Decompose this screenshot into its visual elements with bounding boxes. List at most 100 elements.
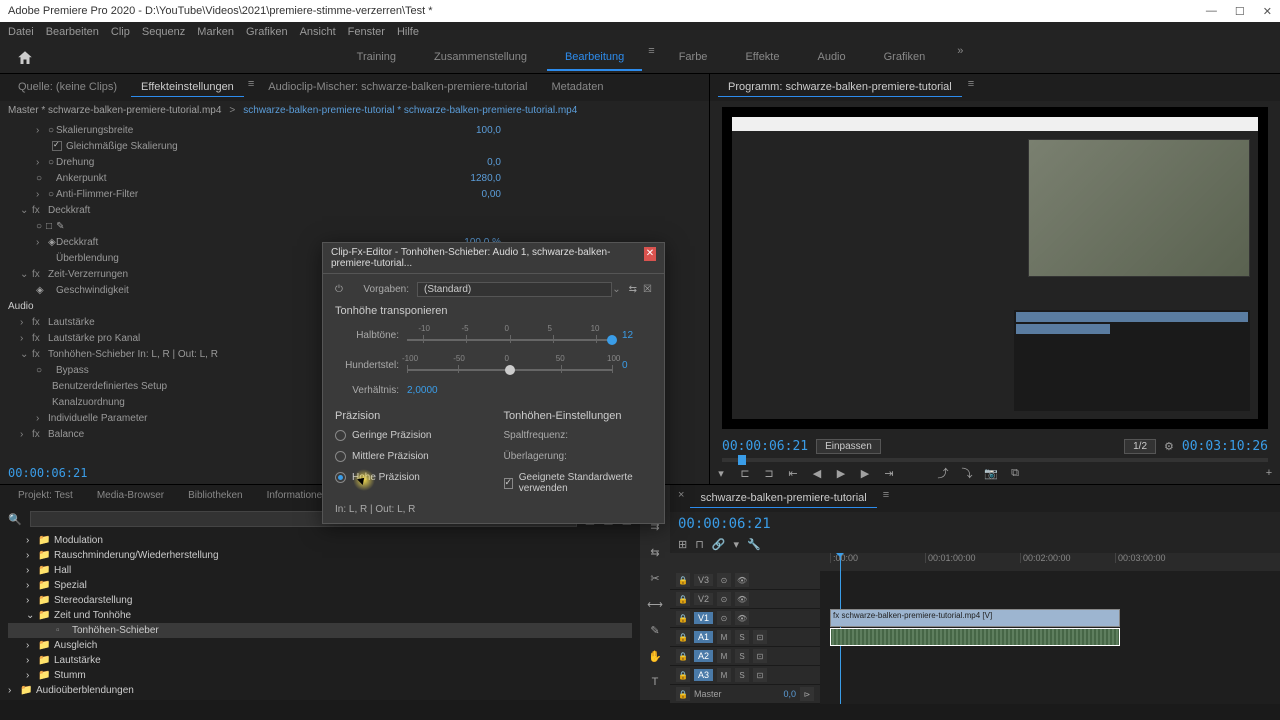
step-back-button[interactable]: ◀ xyxy=(810,466,824,480)
tab-effekteinstellungen[interactable]: Effekteinstellungen xyxy=(131,78,244,97)
workspace-grafiken[interactable]: Grafiken xyxy=(866,45,944,71)
tab-metadaten[interactable]: Metadaten xyxy=(541,78,613,97)
timeline-timecode[interactable]: 00:00:06:21 xyxy=(678,516,771,532)
step-forward-button[interactable]: ▶ xyxy=(858,466,872,480)
precision-high-radio[interactable]: Hohe Präzision xyxy=(335,472,484,483)
menu-sequenz[interactable]: Sequenz xyxy=(142,26,185,38)
compare-button[interactable]: ⧉ xyxy=(1008,466,1022,480)
v3-toggle[interactable]: ⊙ xyxy=(717,573,731,587)
program-fit-select[interactable]: Einpassen xyxy=(816,439,881,454)
a1-lock[interactable]: 🔒 xyxy=(676,630,690,644)
ec-ankerpunkt[interactable]: Ankerpunkt xyxy=(56,173,421,184)
settings-wrench-icon[interactable]: 🔧 xyxy=(747,538,761,551)
halbtoene-slider[interactable]: -10 -5 0 5 10 xyxy=(407,325,612,345)
timeline-tracks-area[interactable]: :00:00 00:01:00:00 00:02:00:00 00:03:00:… xyxy=(820,553,1280,704)
timeline-menu-icon[interactable]: ≡ xyxy=(883,489,889,508)
menu-datei[interactable]: Datei xyxy=(8,26,34,38)
preset-link-icon[interactable]: ⇆ xyxy=(629,284,637,295)
add-button[interactable]: + xyxy=(1262,466,1276,480)
timeline-close-icon[interactable]: × xyxy=(678,489,684,508)
ec-deckkraft[interactable]: Deckkraft xyxy=(48,205,701,216)
ripple-edit-tool[interactable]: ⇆ xyxy=(646,543,664,561)
verhaeltnis-value[interactable]: 2,0000 xyxy=(407,385,438,396)
menu-marken[interactable]: Marken xyxy=(197,26,234,38)
v1-visible[interactable]: 👁 xyxy=(735,611,749,625)
tab-quelle[interactable]: Quelle: (keine Clips) xyxy=(8,78,127,97)
v3-lock[interactable]: 🔒 xyxy=(676,573,690,587)
hundertstel-slider[interactable]: -100 -50 0 50 100 xyxy=(407,355,612,375)
tree-item-tonh-hen-schieber[interactable]: ▫Tonhöhen-Schieber xyxy=(8,623,632,638)
lift-button[interactable]: ⤴ xyxy=(936,466,950,480)
timeline-sequence-tab[interactable]: schwarze-balken-premiere-tutorial xyxy=(690,489,876,508)
v2-visible[interactable]: 👁 xyxy=(735,592,749,606)
snap-icon[interactable]: ⊓ xyxy=(695,538,704,551)
close-button[interactable]: ✕ xyxy=(1263,5,1272,18)
hundertstel-value[interactable]: 0 xyxy=(622,360,652,371)
tree-item-stumm[interactable]: ›📁Stumm xyxy=(8,668,632,683)
program-zoom-select[interactable]: 1/2 xyxy=(1124,439,1156,454)
precision-med-radio[interactable]: Mittlere Präzision xyxy=(335,451,484,462)
mark-out-button[interactable]: ⊐ xyxy=(762,466,776,480)
tab-programm[interactable]: Programm: schwarze-balken-premiere-tutor… xyxy=(718,78,962,97)
export-frame-button[interactable]: 📷 xyxy=(984,466,998,480)
master-lock[interactable]: 🔒 xyxy=(676,687,690,701)
tree-item-videoeffekte[interactable]: ›📁Videoeffekte xyxy=(8,698,632,700)
halbtoene-value[interactable]: 12 xyxy=(622,330,652,341)
menu-bearbeiten[interactable]: Bearbeiten xyxy=(46,26,99,38)
add-marker-button[interactable]: ▾ xyxy=(714,466,728,480)
ec-antiflimmer[interactable]: Anti-Flimmer-Filter xyxy=(56,189,421,200)
linked-selection-icon[interactable]: 🔗 xyxy=(712,538,726,551)
play-button[interactable]: ▶ xyxy=(834,466,848,480)
sequence-clip-label[interactable]: schwarze-balken-premiere-tutorial * schw… xyxy=(243,105,577,116)
tree-item-modulation[interactable]: ›📁Modulation xyxy=(8,533,632,548)
mask-rect-icon[interactable]: □ xyxy=(46,221,52,232)
menu-clip[interactable]: Clip xyxy=(111,26,130,38)
a3-lock[interactable]: 🔒 xyxy=(676,668,690,682)
tab-media-browser[interactable]: Media-Browser xyxy=(87,487,174,505)
program-monitor[interactable] xyxy=(722,107,1268,429)
ec-gleichmaessig-checkbox[interactable] xyxy=(52,141,62,151)
tree-item-lautst-rke[interactable]: ›📁Lautstärke xyxy=(8,653,632,668)
preset-select[interactable]: (Standard) xyxy=(417,282,612,297)
tree-item-spezial[interactable]: ›📁Spezial xyxy=(8,578,632,593)
power-icon[interactable]: ⏻ xyxy=(335,284,349,295)
tree-item-ausgleich[interactable]: ›📁Ausgleich xyxy=(8,638,632,653)
marker-icon[interactable]: ▾ xyxy=(734,538,740,551)
goto-in-button[interactable]: ⇤ xyxy=(786,466,800,480)
tab-bibliotheken[interactable]: Bibliotheken xyxy=(178,487,252,505)
tab-projekt[interactable]: Projekt: Test xyxy=(8,487,83,505)
type-tool[interactable]: T xyxy=(646,673,664,691)
menu-ansicht[interactable]: Ansicht xyxy=(300,26,336,38)
workspace-overflow-icon[interactable]: » xyxy=(945,45,975,71)
tree-item-stereodarstellung[interactable]: ›📁Stereodarstellung xyxy=(8,593,632,608)
menu-hilfe[interactable]: Hilfe xyxy=(397,26,419,38)
v2-toggle[interactable]: ⊙ xyxy=(717,592,731,606)
home-icon[interactable] xyxy=(16,49,34,67)
defaults-checkbox[interactable]: Geeignete Standardwerte verwenden xyxy=(504,472,653,494)
workspace-effekte[interactable]: Effekte xyxy=(727,45,797,71)
workspace-audio[interactable]: Audio xyxy=(799,45,863,71)
dialog-close-button[interactable]: ✕ xyxy=(644,247,656,261)
precision-low-radio[interactable]: Geringe Präzision xyxy=(335,430,484,441)
v2-lock[interactable]: 🔒 xyxy=(676,592,690,606)
ec-drehung[interactable]: Drehung xyxy=(56,157,421,168)
program-timecode[interactable]: 00:00:06:21 xyxy=(722,439,808,454)
search-icon[interactable]: 🔍 xyxy=(8,513,22,526)
v1-lock[interactable]: 🔒 xyxy=(676,611,690,625)
menu-grafiken[interactable]: Grafiken xyxy=(246,26,288,38)
workspace-zusammenstellung[interactable]: Zusammenstellung xyxy=(416,45,545,71)
tree-item-zeit-und-tonh-he[interactable]: ⌄📁Zeit und Tonhöhe xyxy=(8,608,632,623)
mask-ellipse-icon[interactable]: ○ xyxy=(36,221,42,232)
goto-out-button[interactable]: ⇥ xyxy=(882,466,896,480)
tree-item-rauschminderung-wiederherstellung[interactable]: ›📁Rauschminderung/Wiederherstellung xyxy=(8,548,632,563)
extract-button[interactable]: ⤵ xyxy=(960,466,974,480)
menu-fenster[interactable]: Fenster xyxy=(348,26,385,38)
v3-visible[interactable]: 👁 xyxy=(735,573,749,587)
tree-item-hall[interactable]: ›📁Hall xyxy=(8,563,632,578)
pen-tool[interactable]: ✎ xyxy=(646,621,664,639)
workspace-bearbeitung[interactable]: Bearbeitung xyxy=(547,45,642,71)
maximize-button[interactable]: ☐ xyxy=(1235,5,1245,18)
workspace-farbe[interactable]: Farbe xyxy=(661,45,726,71)
tree-item-audio-berblendungen[interactable]: ›📁Audioüberblendungen xyxy=(8,683,632,698)
workspace-menu-icon[interactable]: ≡ xyxy=(644,45,658,71)
